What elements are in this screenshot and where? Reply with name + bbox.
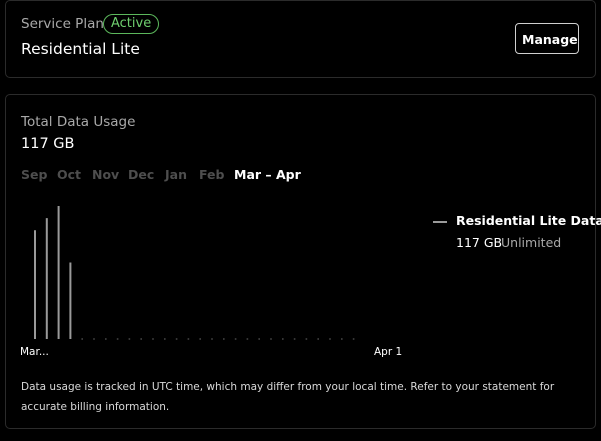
legend-usage-limit: Unlimited xyxy=(501,235,562,250)
usage-footnote: Data usage is tracked in UTC time, which… xyxy=(21,381,555,413)
legend-series-name: Residential Lite Data xyxy=(456,213,601,228)
manage-button[interactable]: Manage xyxy=(515,23,579,54)
legend-line-swatch xyxy=(433,221,447,223)
legend-usage-value: 117 GB xyxy=(456,235,503,250)
service-plan-card: Service Plan Active Residential Lite Man… xyxy=(5,0,596,78)
x-axis-start-label: Mar... xyxy=(20,346,49,358)
service-plan-label: Service Plan xyxy=(21,16,104,32)
data-usage-card: Total Data Usage 117 GB Sep Oct Nov Dec … xyxy=(5,94,601,429)
plan-name: Residential Lite xyxy=(21,40,140,58)
x-axis-end-label: Apr 1 xyxy=(374,346,403,358)
status-badge: Active xyxy=(103,14,160,34)
usage-chart xyxy=(34,206,355,340)
